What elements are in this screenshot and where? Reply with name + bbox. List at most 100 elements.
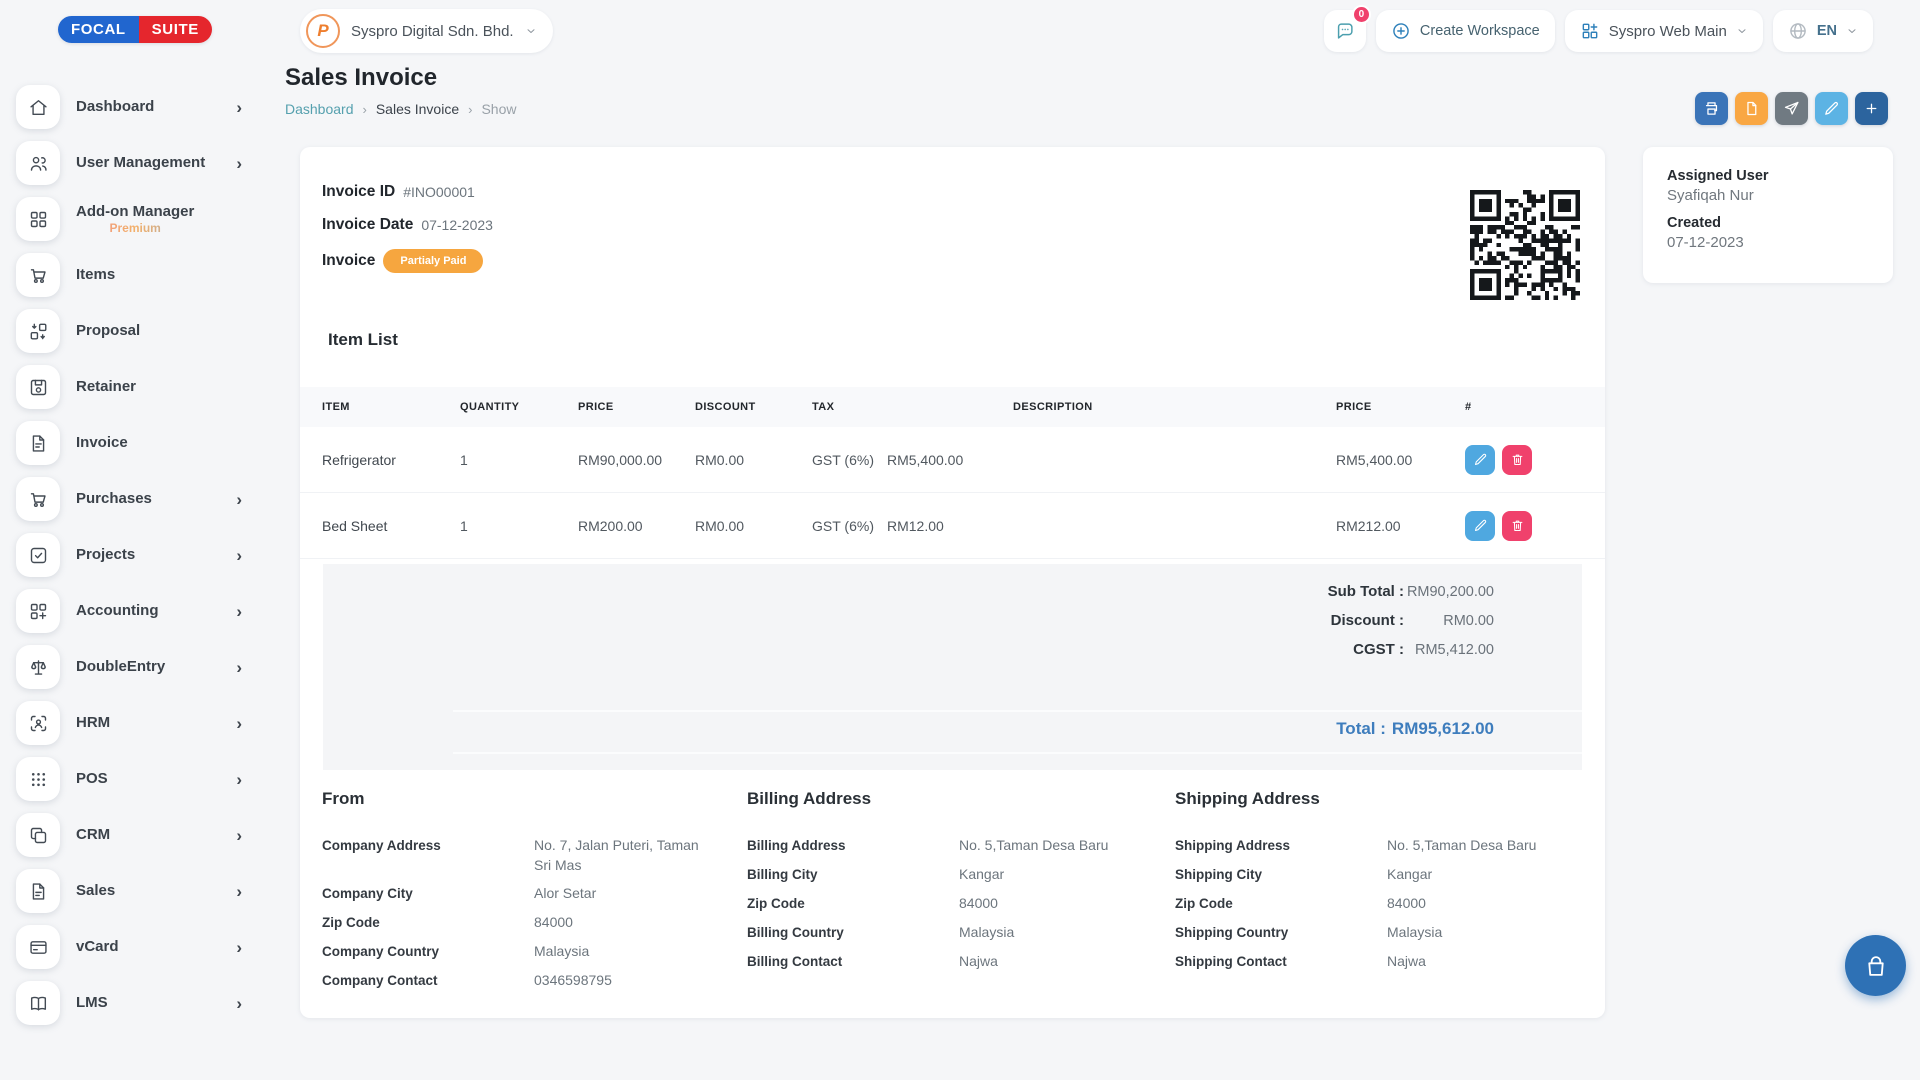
sidebar-item-label: Proposal	[76, 322, 140, 340]
sidebar-item-label: Projects	[76, 546, 135, 564]
sidebar-item-user-management[interactable]: User Management ›	[16, 141, 242, 185]
table-row: Refrigerator 1 RM90,000.00 RM0.00 GST (6…	[300, 427, 1605, 493]
workspace-menu-button[interactable]: Syspro Web Main	[1565, 10, 1763, 52]
document-button[interactable]	[1735, 92, 1768, 125]
chevron-right-icon: ›	[236, 883, 242, 900]
sidebar-item-items[interactable]: Items	[16, 253, 242, 297]
breadcrumb-dashboard[interactable]: Dashboard	[285, 101, 354, 117]
sidebar-item-label: HRM	[76, 714, 110, 732]
field-label: Company Country	[322, 942, 534, 962]
row-delete-button[interactable]	[1502, 445, 1532, 475]
sidebar-item-projects[interactable]: Projects ›	[16, 533, 242, 577]
sidebar-item-purchases[interactable]: Purchases ›	[16, 477, 242, 521]
sidebar-item-doubleentry[interactable]: DoubleEntry ›	[16, 645, 242, 689]
edit-button[interactable]	[1815, 92, 1848, 125]
created-value: 07-12-2023	[1667, 234, 1869, 251]
trash-icon	[1510, 452, 1525, 467]
swap-boxes-icon	[16, 309, 60, 353]
sidebar-item-label: Dashboard	[76, 98, 154, 116]
from-section: From Company AddressNo. 7, Jalan Puteri,…	[322, 789, 747, 1000]
field-label: Zip Code	[1175, 894, 1387, 914]
sidebar-item-label: Purchases	[76, 490, 152, 508]
sidebar-item-label: DoubleEntry	[76, 658, 165, 676]
table-row: Bed Sheet 1 RM200.00 RM0.00 GST (6%)RM12…	[300, 493, 1605, 559]
sidebar-item-dashboard[interactable]: Dashboard ›	[16, 85, 242, 129]
app-window: FOCALSUITE Dashboard › User Management ›…	[0, 0, 1920, 1080]
sidebar-item-pos[interactable]: POS ›	[16, 757, 242, 801]
breadcrumb: Dashboard › Sales Invoice › Show	[285, 101, 517, 117]
print-button[interactable]	[1695, 92, 1728, 125]
breadcrumb-sales-invoice[interactable]: Sales Invoice	[376, 101, 459, 117]
row-edit-button[interactable]	[1465, 445, 1495, 475]
total-label: Total :	[1336, 719, 1386, 739]
field-label: Shipping Country	[1175, 923, 1387, 943]
logo-suite: SUITE	[139, 16, 212, 43]
sidebar-item-vcard[interactable]: vCard ›	[16, 925, 242, 969]
sidebar-item-label: Accounting	[76, 602, 159, 620]
field-label: Company Contact	[322, 971, 534, 991]
cell-row-price: RM5,400.00	[1336, 452, 1465, 468]
sidebar-item-label: vCard	[76, 938, 119, 956]
sidebar-item-addon-manager[interactable]: Add-on ManagerPremium	[16, 197, 242, 241]
item-table-header: ITEM QUANTITY PRICE DISCOUNT TAX DESCRIP…	[300, 387, 1605, 427]
paper-plane-icon	[1783, 100, 1800, 117]
field-label: Shipping City	[1175, 865, 1387, 885]
document-icon	[1743, 100, 1760, 117]
workspace-logo-icon: P	[306, 14, 340, 48]
col-description: DESCRIPTION	[1013, 401, 1336, 413]
chevron-right-icon: ›	[236, 771, 242, 788]
invoice-id-label: Invoice ID	[322, 183, 395, 201]
field-value: 84000	[1387, 894, 1572, 914]
shipping-title: Shipping Address	[1175, 789, 1605, 809]
grid-icon	[16, 197, 60, 241]
page-actions	[1695, 92, 1888, 125]
total-value: RM95,612.00	[1392, 719, 1494, 739]
pencil-icon	[1473, 452, 1488, 467]
messages-button[interactable]: 0	[1324, 10, 1366, 52]
field-value: Alor Setar	[534, 884, 719, 904]
sidebar-item-hrm[interactable]: HRM ›	[16, 701, 242, 745]
plus-circle-icon	[1391, 21, 1411, 41]
sidebar-item-label: Retainer	[76, 378, 136, 396]
cell-price: RM90,000.00	[578, 452, 695, 468]
sidebar-item-invoice[interactable]: Invoice	[16, 421, 242, 465]
sidebar-item-sales[interactable]: Sales ›	[16, 869, 242, 913]
row-actions	[1465, 511, 1595, 541]
users-icon	[16, 141, 60, 185]
cart-fab-button[interactable]	[1845, 935, 1906, 996]
sidebar-item-retainer[interactable]: Retainer	[16, 365, 242, 409]
row-delete-button[interactable]	[1502, 511, 1532, 541]
workspace-selector[interactable]: P Syspro Digital Sdn. Bhd.	[300, 9, 553, 53]
page-title: Sales Invoice	[285, 64, 517, 92]
sidebar-item-lms[interactable]: LMS ›	[16, 981, 242, 1025]
topbar: P Syspro Digital Sdn. Bhd. 0 Create Work…	[300, 8, 1873, 54]
chevron-right-icon: ›	[236, 547, 242, 564]
col-row-price: PRICE	[1336, 401, 1465, 413]
sidebar-item-proposal[interactable]: Proposal	[16, 309, 242, 353]
invoice-card: Invoice ID #INO00001 Invoice Date 07-12-…	[300, 147, 1605, 1018]
cell-price: RM200.00	[578, 518, 695, 534]
row-edit-button[interactable]	[1465, 511, 1495, 541]
cell-row-price: RM212.00	[1336, 518, 1465, 534]
send-button[interactable]	[1775, 92, 1808, 125]
globe-icon	[1788, 21, 1808, 41]
qr-code	[1470, 190, 1580, 300]
language-selector[interactable]: EN	[1773, 10, 1873, 52]
chevron-right-icon: ›	[236, 99, 242, 116]
item-list-title: Item List	[328, 330, 398, 350]
shipping-section: Shipping Address Shipping AddressNo. 5,T…	[1175, 789, 1605, 1000]
item-table: ITEM QUANTITY PRICE DISCOUNT TAX DESCRIP…	[300, 387, 1605, 559]
divider	[453, 752, 1582, 754]
sidebar-item-label: CRM	[76, 826, 110, 844]
printer-icon	[1703, 100, 1720, 117]
sidebar-nav: Dashboard › User Management › Add-on Man…	[0, 85, 258, 1025]
create-workspace-button[interactable]: Create Workspace	[1376, 10, 1555, 52]
cell-quantity: 1	[460, 518, 578, 534]
sidebar-item-accounting[interactable]: Accounting ›	[16, 589, 242, 633]
language-label: EN	[1817, 23, 1837, 39]
add-button[interactable]	[1855, 92, 1888, 125]
cart-icon	[16, 477, 60, 521]
col-discount: DISCOUNT	[695, 401, 812, 413]
page-head: Sales Invoice Dashboard › Sales Invoice …	[285, 64, 517, 117]
sidebar-item-crm[interactable]: CRM ›	[16, 813, 242, 857]
